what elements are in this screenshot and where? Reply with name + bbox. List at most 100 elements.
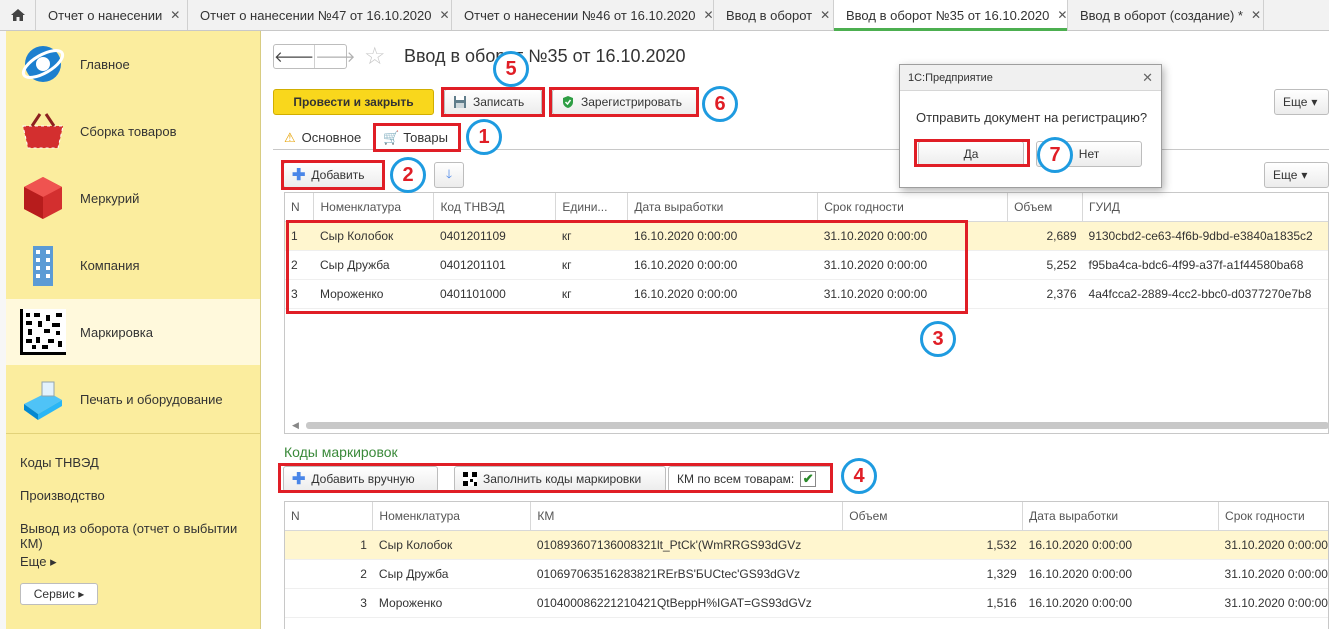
close-icon[interactable]: ✕	[1057, 8, 1067, 22]
cell-n: 2	[285, 250, 314, 280]
column-header[interactable]: Номенклатура	[313, 193, 435, 222]
window-tab-label: Ввод в оборот №35 от 16.10.2020	[846, 7, 1050, 23]
save-button[interactable]: Записать	[444, 89, 542, 115]
sidebar-item-assembly[interactable]: Сборка товаров	[6, 98, 260, 164]
post-and-close-button[interactable]: Провести и закрыть	[273, 89, 434, 115]
sidebar-item-label: Главное	[80, 56, 130, 72]
cell-volume: 5,252	[1007, 250, 1083, 280]
scroll-left-arrow-icon[interactable]: ◀	[292, 420, 299, 431]
column-header[interactable]: Дата выработки	[627, 193, 819, 222]
table-row[interactable]: 1 Сыр Колобок 0401201109 кг 16.10.2020 0…	[285, 221, 1328, 251]
column-header[interactable]: Дата выработки	[1022, 502, 1220, 531]
km-all-label: КМ по всем товарам:	[677, 472, 795, 486]
forward-arrow-icon[interactable]: 🡒	[314, 45, 355, 68]
table-header-row: N Номенклатура КМ Объем Дата выработки С…	[285, 502, 1328, 531]
window-tab-label: Отчет о нанесении №46 от 16.10.2020	[464, 7, 696, 23]
tab-goods[interactable]: 🛒 Товары	[374, 125, 460, 150]
add-button[interactable]: ✚ Добавить	[283, 162, 384, 188]
datamatrix-icon	[20, 309, 66, 355]
sidebar-link-withdrawal[interactable]: Вывод из оборота (отчет о выбытии КМ)	[20, 521, 260, 551]
close-icon[interactable]: ✕	[820, 8, 830, 22]
move-down-button[interactable]: 🡓	[434, 162, 464, 188]
sidebar-item-print[interactable]: Печать и оборудование	[6, 366, 260, 432]
column-header[interactable]: Срок годности	[817, 193, 1009, 222]
cell-n: 3	[285, 588, 373, 618]
table-row[interactable]: 1 Сыр Колобок 010893607136008321lt_PtCk'…	[285, 530, 1328, 560]
shopping-basket-icon	[22, 113, 64, 149]
close-icon[interactable]: ✕	[1142, 70, 1153, 86]
close-icon[interactable]: ✕	[1251, 8, 1261, 22]
window-tab[interactable]: Отчет о нанесении №47 от 16.10.2020 ✕	[188, 0, 452, 30]
dialog-title: 1С:Предприятие	[908, 71, 993, 84]
window-tab-active[interactable]: Ввод в оборот №35 от 16.10.2020 ✕	[834, 0, 1068, 31]
column-header[interactable]: N	[285, 193, 315, 222]
close-icon[interactable]: ✕	[170, 8, 180, 22]
column-header[interactable]: Срок годности	[1218, 502, 1328, 531]
cash-register-icon	[24, 381, 62, 420]
cell-guid: f95ba4ca-bdc6-4f99-a37f-a1f44580ba68	[1082, 250, 1328, 280]
cell-volume: 1,532	[842, 530, 1023, 560]
annotation-badge: 6	[702, 86, 738, 122]
column-header[interactable]: N	[285, 502, 374, 531]
sidebar-link-production[interactable]: Производство	[20, 488, 105, 503]
sidebar-item-main[interactable]: Главное	[6, 31, 260, 97]
cell-volume: 2,689	[1007, 221, 1083, 251]
close-icon[interactable]: ✕	[704, 8, 714, 22]
sidebar-item-company[interactable]: Компания	[6, 232, 260, 298]
close-icon[interactable]: ✕	[440, 8, 450, 22]
table-row[interactable]: 2 Сыр Дружба 010697063516283821RErBS'БUC…	[285, 559, 1328, 589]
table-row[interactable]: 2 Сыр Дружба 0401201101 кг 16.10.2020 0:…	[285, 250, 1328, 280]
arrow-down-icon: 🡓	[445, 166, 453, 181]
horizontal-scrollbar[interactable]	[306, 422, 1329, 429]
window-tab-label: Отчет о нанесении №47 от 16.10.2020	[200, 7, 432, 23]
cell-exp-date: 31.10.2020 0:00:00	[817, 221, 1008, 251]
cell-n: 1	[285, 221, 314, 251]
window-tab[interactable]: Отчет о нанесении ✕	[36, 0, 188, 30]
km-all-checkbox[interactable]: ✔	[800, 471, 817, 487]
km-all-toggle[interactable]: КМ по всем товарам: ✔	[668, 466, 832, 492]
cell-name: Сыр Дружба	[313, 250, 434, 280]
cell-exp-date: 31.10.2020 0:00:00	[1218, 588, 1328, 618]
column-header[interactable]: Едини...	[555, 193, 629, 222]
window-tab[interactable]: Ввод в оборот ✕	[714, 0, 834, 30]
sidebar-item-label: Меркурий	[80, 190, 140, 206]
sidebar: Главное Сборка товаров Меркурий Компания	[6, 31, 261, 629]
section-title: Коды маркировок	[284, 444, 398, 460]
cell-name: Сыр Колобок	[372, 530, 531, 560]
sidebar-link-more[interactable]: Еще ▸	[20, 554, 57, 570]
favorite-star-icon[interactable]: ☆	[364, 42, 386, 71]
cell-prod-date: 16.10.2020 0:00:00	[627, 221, 818, 251]
sidebar-item-marking[interactable]: Маркировка	[6, 299, 260, 365]
column-header[interactable]: ГУИД	[1082, 193, 1328, 222]
more-button[interactable]: Еще ▾	[1274, 89, 1329, 115]
cell-name: Мороженко	[372, 588, 531, 618]
column-header[interactable]: Объем	[1007, 193, 1084, 222]
home-button[interactable]	[0, 0, 36, 30]
save-button-label: Записать	[473, 95, 525, 109]
goods-more-button[interactable]: Еще ▾	[1264, 162, 1329, 188]
table-row[interactable]: 3 Мороженко 010400086221210421QtBeppH%IG…	[285, 588, 1328, 618]
chevron-down-icon: ▾	[1301, 168, 1308, 182]
column-header[interactable]: Номенклатура	[372, 502, 532, 531]
column-header[interactable]: КМ	[530, 502, 844, 531]
column-header[interactable]: Объем	[842, 502, 1024, 531]
column-header[interactable]: Код ТНВЭД	[433, 193, 557, 222]
back-arrow-icon[interactable]: 🡐	[274, 45, 314, 68]
building-icon	[33, 246, 53, 286]
sidebar-item-label: Компания	[80, 257, 140, 273]
add-manual-button[interactable]: ✚ Добавить вручную	[283, 466, 438, 492]
more-button-label: Еще	[1273, 168, 1298, 182]
tab-label: Основное	[301, 130, 362, 145]
table-row[interactable]: 3 Мороженко 0401101000 кг 16.10.2020 0:0…	[285, 279, 1328, 309]
fill-codes-button[interactable]: Заполнить коды маркировки	[454, 466, 666, 492]
service-button[interactable]: Сервис ▸	[20, 583, 98, 605]
sidebar-link-tnved[interactable]: Коды ТНВЭД	[20, 455, 99, 470]
window-tab-bar: Отчет о нанесении ✕ Отчет о нанесении №47…	[0, 0, 1329, 31]
window-tab[interactable]: Отчет о нанесении №46 от 16.10.2020 ✕	[452, 0, 714, 30]
tab-main[interactable]: ⚠ Основное	[276, 125, 368, 150]
register-button[interactable]: Зарегистрировать	[552, 89, 698, 115]
yes-button[interactable]: Да	[918, 141, 1024, 167]
window-tab[interactable]: Ввод в оборот (создание) * ✕	[1068, 0, 1264, 30]
globe-icon	[21, 46, 65, 82]
sidebar-item-mercury[interactable]: Меркурий	[6, 165, 260, 231]
